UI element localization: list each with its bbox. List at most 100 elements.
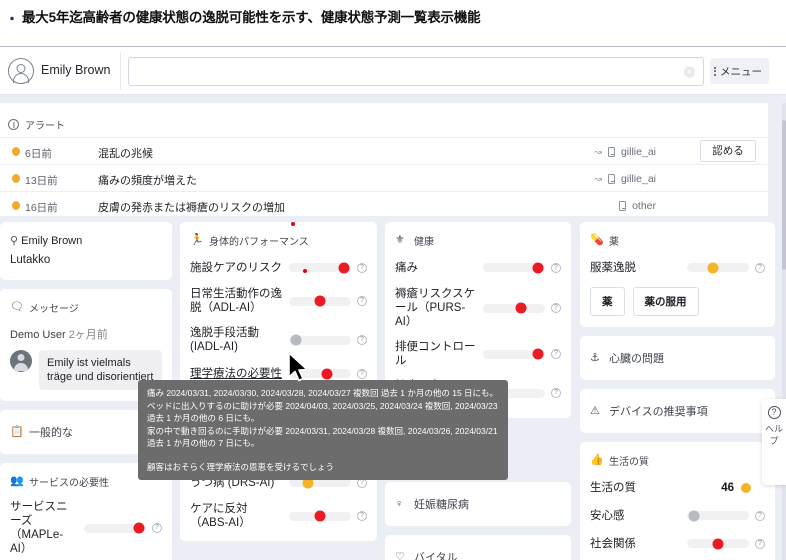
info-icon[interactable]: ? xyxy=(357,262,367,273)
alert-timestamp: 16日前 xyxy=(25,202,58,214)
metric-slider[interactable] xyxy=(289,334,351,346)
info-icon[interactable]: ? xyxy=(551,303,561,313)
info-icon[interactable]: ? xyxy=(551,262,561,273)
metric-row[interactable]: 痛み ? xyxy=(395,259,561,276)
stethoscope-icon: ⚓ xyxy=(590,351,600,364)
reply-arrow-icon: ↝ xyxy=(594,146,602,157)
metric-row[interactable]: 褥瘡リスクスケール（PURS-AI） ? xyxy=(395,287,561,329)
alert-source: ↝ gillie_ai xyxy=(594,146,656,158)
info-icon[interactable]: ? xyxy=(152,523,162,533)
metric-row[interactable]: サービスニーズ（MAPLe-AI） ? xyxy=(10,500,162,556)
gestational-title: 妊娠糖尿病 xyxy=(414,499,469,511)
annotation-dot xyxy=(303,269,307,273)
service-need-title: サービスの必要性 xyxy=(29,478,109,489)
alert-timestamp: 6日前 xyxy=(25,148,52,160)
metric-slider[interactable] xyxy=(687,538,749,549)
alert-text: 皮膚の発赤または褥瘡のリスクの増加 xyxy=(98,202,285,214)
metric-row[interactable]: 排便コントロール ? xyxy=(395,340,561,368)
gestational-diabetes-card[interactable]: ♀ 妊娠糖尿病 xyxy=(385,482,571,526)
metric-label: サービスニーズ（MAPLe-AI） xyxy=(10,501,68,555)
app-root: ・ 最大5年迄高齢者の健康状態の逸脱可能性を示す、健康状態予測一覧表示機能 Em… xyxy=(0,0,786,560)
metric-slider[interactable] xyxy=(483,348,545,360)
metric-slider[interactable] xyxy=(483,262,545,273)
metric-slider[interactable] xyxy=(84,522,146,534)
metric-row[interactable]: 日常生活動作の逸脱（ADL-AI） ? xyxy=(190,287,367,315)
alert-text: 混乱の兆候 xyxy=(98,148,153,160)
metric-label: 褥瘡リスクスケール（PURS-AI） xyxy=(395,288,476,328)
table-row[interactable]: 6日前 混乱の兆候 ↝ gillie_ai 認める xyxy=(0,137,768,163)
info-icon[interactable]: ? xyxy=(357,511,367,521)
user-circle-icon xyxy=(8,58,34,84)
alert-circle-icon xyxy=(8,119,19,130)
heart-header: ⚓ 心臓の問題 xyxy=(590,350,765,366)
acknowledge-button[interactable]: 認める xyxy=(700,140,756,162)
table-row[interactable]: 13日前 痛みの頻度が増えた ↝ gillie_ai xyxy=(0,164,768,190)
info-icon[interactable]: ? xyxy=(357,335,367,345)
menu-button-label: メニュー xyxy=(720,65,762,78)
help-tab[interactable]: ? ヘルプ xyxy=(762,399,786,485)
device-recommendation-card[interactable]: ⚠ デバイスの推奨事項 xyxy=(580,389,775,433)
avatar xyxy=(10,350,32,372)
metric-label: 排便コントロール xyxy=(395,341,476,367)
gestational-header: ♀ 妊娠糖尿病 xyxy=(395,496,561,512)
info-icon[interactable]: ? xyxy=(755,538,765,549)
metric-slider[interactable] xyxy=(687,262,749,273)
medicine-button[interactable]: 薬 xyxy=(590,287,625,316)
alert-source-name: gillie_ai xyxy=(620,173,656,185)
table-row[interactable]: 16日前 皮膚の発赤または褥瘡のリスクの増加 other xyxy=(0,191,768,217)
search-input[interactable]: ✕ xyxy=(128,57,704,86)
alert-source-name: gillie_ai xyxy=(620,146,656,158)
phone-icon xyxy=(607,174,615,184)
person-standing-icon: ⚲ xyxy=(10,235,19,247)
metric-label: 服薬逸脱 xyxy=(590,261,636,274)
metric-label: 社会関係 xyxy=(590,537,636,550)
info-icon[interactable]: ? xyxy=(755,510,765,521)
physical-header: 🏃 身体的パフォーマンス xyxy=(190,233,367,248)
patient-card: ⚲ Emily Brown Lutakko xyxy=(0,222,172,280)
metric-label: 理学療法の必要性 xyxy=(190,367,282,380)
metric-slider[interactable] xyxy=(687,510,749,521)
quality-of-life-card: 👍 生活の質 生活の質 46 安心感 ? 社会関係 ? 健康 xyxy=(580,442,775,560)
menu-button[interactable]: メニュー xyxy=(710,58,769,84)
metric-slider[interactable] xyxy=(483,302,545,314)
header-divider xyxy=(120,52,121,90)
message-author: Demo User xyxy=(10,329,66,341)
people-icon: 👥 xyxy=(10,475,24,487)
metric-slider[interactable] xyxy=(289,262,351,273)
info-icon[interactable]: ? xyxy=(551,349,561,359)
metric-label: 日常生活動作の逸脱（ADL-AI） xyxy=(190,288,282,314)
alert-text: 痛みの頻度が増えた xyxy=(98,175,197,187)
metric-row[interactable]: 逸脱手段活動 (IADL-AI) ? xyxy=(190,326,367,354)
heart-problems-card[interactable]: ⚓ 心臓の問題 xyxy=(580,336,775,380)
info-icon[interactable]: ? xyxy=(357,296,367,306)
metric-label: ケアに反対（ABS-AI） xyxy=(190,503,251,529)
info-icon[interactable]: ? xyxy=(551,388,561,398)
metric-row[interactable]: 社会関係 ? xyxy=(590,535,765,552)
tooltip-line: ベッドに出入りするのに助けが必要 2024/04/03, 2024/03/25,… xyxy=(147,400,498,424)
metric-slider[interactable] xyxy=(289,510,351,522)
metric-row[interactable]: 施設ケアのリスク ? xyxy=(190,259,367,276)
thumbs-up-icon: 👍 xyxy=(590,454,604,466)
info-icon[interactable]: ? xyxy=(357,368,367,379)
metric-row[interactable]: 服薬逸脱 ? xyxy=(590,259,765,276)
clipboard-icon: 📋 xyxy=(10,425,24,438)
alerts-header: アラート xyxy=(8,117,65,132)
vital-card[interactable]: ♡ バイタル xyxy=(385,535,571,560)
message-meta: Demo User 2ヶ月前 xyxy=(10,326,162,342)
metric-row[interactable]: 安心感 ? xyxy=(590,507,765,524)
mouse-cursor xyxy=(288,352,308,382)
device-header: ⚠ デバイスの推奨事項 xyxy=(590,403,765,419)
patient-name: Emily Brown xyxy=(41,63,111,77)
info-icon[interactable]: ? xyxy=(755,262,765,273)
health-shield-icon: ⚜ xyxy=(395,234,405,246)
metric-slider[interactable] xyxy=(289,295,351,307)
metric-label: 安心感 xyxy=(590,509,625,522)
alerts-title: アラート xyxy=(25,121,65,132)
clear-icon[interactable]: ✕ xyxy=(684,66,695,77)
scrollbar-thumb[interactable] xyxy=(782,120,786,270)
medicine-intake-button[interactable]: 薬の服用 xyxy=(632,287,699,316)
pregnancy-icon: ♀ xyxy=(395,497,404,510)
slide-title-bar: ・ 最大5年迄高齢者の健康状態の逸脱可能性を示す、健康状態予測一覧表示機能 xyxy=(0,0,786,47)
patient-org: Lutakko xyxy=(10,254,51,266)
metric-row[interactable]: ケアに反対（ABS-AI） ? xyxy=(190,502,367,530)
